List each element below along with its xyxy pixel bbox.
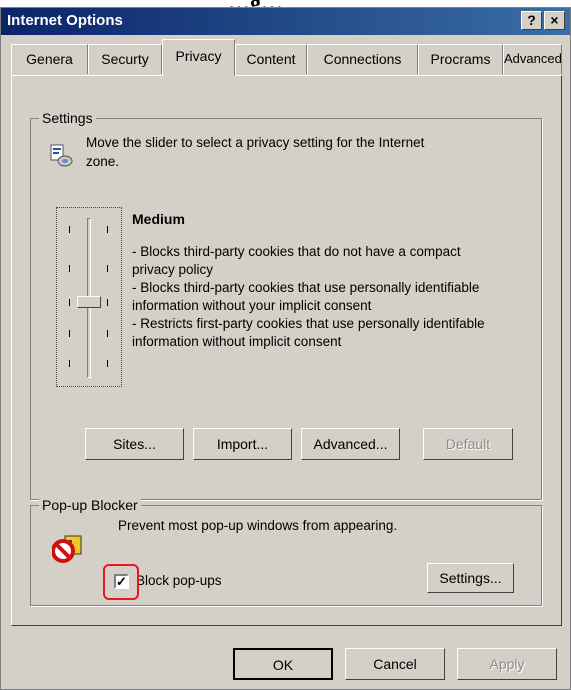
popup-settings-button-label: Settings...: [439, 570, 502, 586]
popup-blocker-icon: [51, 534, 84, 564]
settings-intro-line1: Move the slider to select a privacy sett…: [86, 135, 425, 150]
checkbox-highlight: [103, 564, 139, 600]
import-button[interactable]: Import...: [193, 428, 292, 460]
slider-tick: [69, 330, 70, 337]
privacy-description-line: - Blocks third-party cookies that do not…: [132, 244, 461, 259]
privacy-computer-icon: [48, 143, 74, 169]
privacy-description-line: - Restricts first-party cookies that use…: [132, 316, 485, 331]
ok-button-label: OK: [272, 657, 294, 673]
privacy-level-title: Medium: [132, 211, 185, 227]
tab-connections[interactable]: Connections: [307, 44, 418, 74]
apply-button-label: Apply: [489, 656, 525, 672]
close-button[interactable]: ×: [544, 11, 565, 30]
slider-tick: [107, 299, 108, 306]
slider-tick: [107, 226, 108, 233]
settings-intro-line2: zone.: [86, 154, 120, 169]
sites-button[interactable]: Sites...: [85, 428, 184, 460]
popup-legend: Pop-up Blocker: [39, 497, 141, 513]
advanced-button[interactable]: Advanced...: [301, 428, 400, 460]
tab-content[interactable]: Content: [235, 44, 307, 74]
slider-tick: [69, 360, 70, 367]
slider-tick: [69, 265, 70, 272]
privacy-description-line: - Blocks third-party cookies that use pe…: [132, 280, 480, 295]
default-button[interactable]: Default: [423, 428, 513, 460]
block-popups-label[interactable]: Block pop-ups: [136, 573, 222, 588]
slider-tick: [107, 265, 108, 272]
window-title: Internet Options: [7, 12, 123, 29]
import-button-label: Import...: [216, 436, 269, 452]
privacy-description-line: privacy policy: [132, 262, 214, 277]
default-button-label: Default: [445, 436, 491, 452]
cancel-button[interactable]: Cancel: [345, 648, 445, 680]
privacy-description-line: information without your implicit consen…: [132, 298, 372, 313]
slider-tick: [107, 360, 108, 367]
tab-programs[interactable]: Procrams: [418, 44, 503, 74]
slider-tick: [69, 226, 70, 233]
ok-button[interactable]: OK: [233, 648, 333, 680]
slider-tick: [69, 299, 70, 306]
title-bar: Internet Options ? ×: [1, 8, 570, 35]
sites-button-label: Sites...: [113, 436, 156, 452]
tab-advanced[interactable]: Advanced: [503, 44, 562, 74]
help-button[interactable]: ?: [521, 11, 542, 30]
advanced-button-label: Advanced...: [313, 436, 388, 452]
privacy-description-line: information without implicit consent: [132, 334, 342, 349]
tab-security[interactable]: Securty: [88, 44, 162, 74]
slider-thumb[interactable]: [77, 296, 101, 308]
tab-privacy[interactable]: Privacy: [162, 39, 235, 76]
settings-legend: Settings: [39, 110, 96, 126]
popup-description: Prevent most pop-up windows from appeari…: [118, 518, 398, 533]
cancel-button-label: Cancel: [373, 656, 417, 672]
apply-button[interactable]: Apply: [457, 648, 557, 680]
tab-general[interactable]: Genera: [11, 44, 88, 74]
slider-tick: [107, 330, 108, 337]
popup-settings-button[interactable]: Settings...: [427, 563, 514, 593]
privacy-slider[interactable]: [56, 207, 122, 387]
